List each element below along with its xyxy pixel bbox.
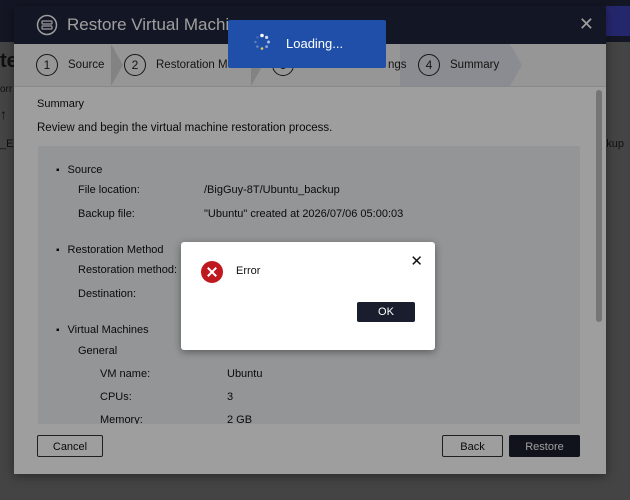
error-dialog: Error ✕ OK (181, 242, 435, 350)
error-close-icon[interactable]: ✕ (410, 252, 423, 270)
ok-button[interactable]: OK (357, 302, 415, 322)
error-icon (201, 261, 223, 283)
error-title: Error (236, 265, 261, 277)
loading-text: Loading... (286, 36, 344, 51)
spinner-icon (254, 33, 270, 50)
loading-indicator: Loading... (228, 20, 386, 68)
